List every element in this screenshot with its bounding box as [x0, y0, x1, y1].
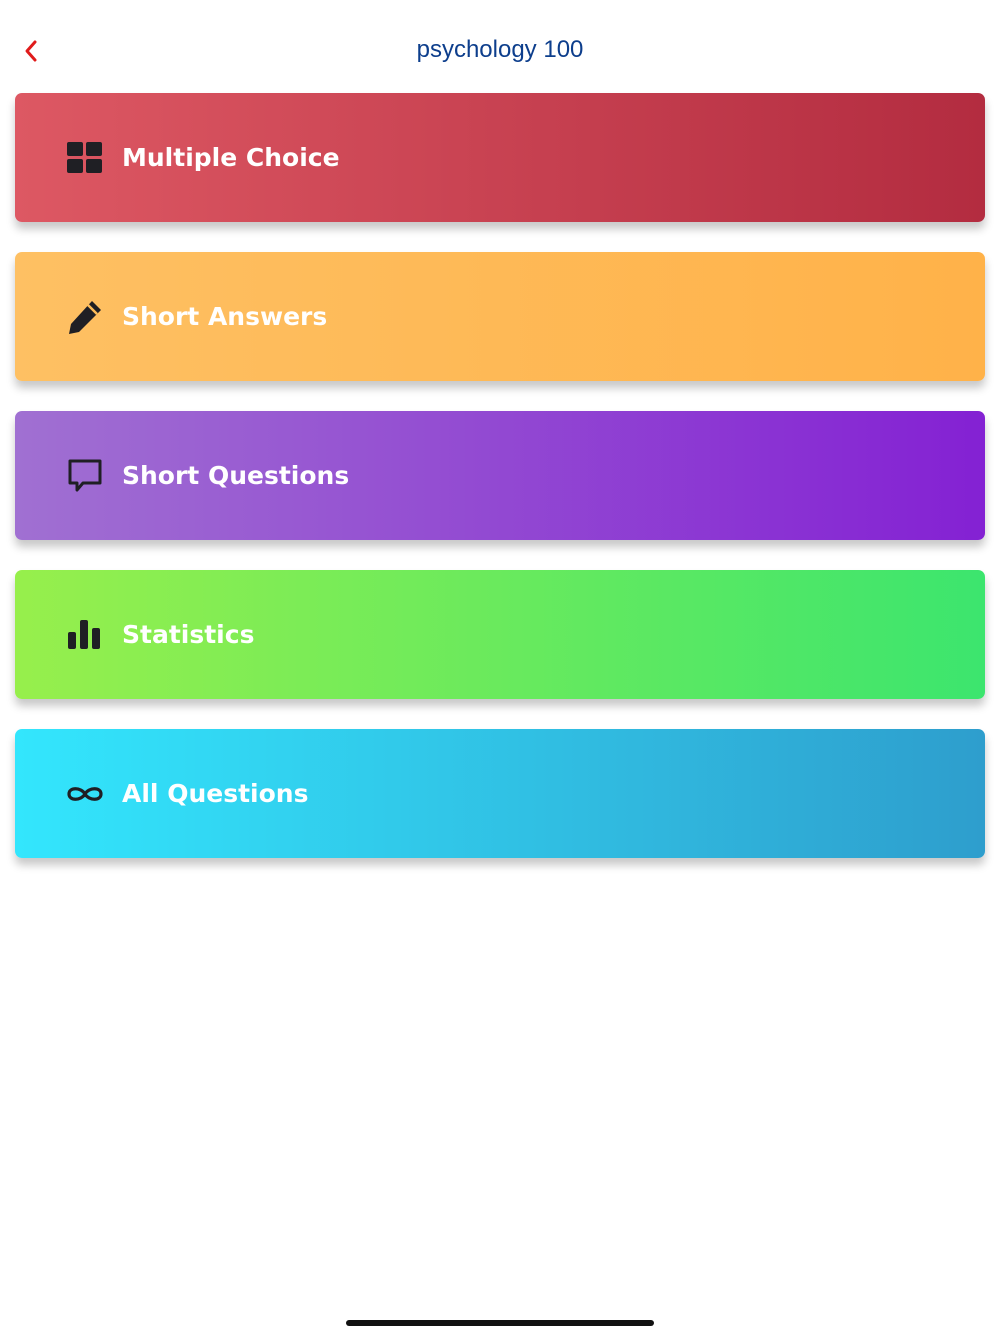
- navigation-bar: psychology 100: [0, 0, 1000, 94]
- short-questions-button[interactable]: Short Questions: [15, 411, 985, 540]
- infinity-icon: [65, 776, 105, 812]
- card-label: All Questions: [122, 779, 309, 808]
- statistics-button[interactable]: Statistics: [15, 570, 985, 699]
- page-title: psychology 100: [416, 36, 584, 63]
- card-label: Statistics: [122, 620, 255, 649]
- pencil-icon: [65, 299, 105, 335]
- study-mode-menu: Multiple Choice Short Answers Short Ques…: [15, 93, 985, 888]
- all-questions-button[interactable]: All Questions: [15, 729, 985, 858]
- home-indicator[interactable]: [346, 1320, 654, 1326]
- multiple-choice-button[interactable]: Multiple Choice: [15, 93, 985, 222]
- grid-icon: [65, 140, 105, 176]
- short-answers-button[interactable]: Short Answers: [15, 252, 985, 381]
- card-label: Short Questions: [122, 461, 350, 490]
- card-label: Multiple Choice: [122, 143, 340, 172]
- chat-bubble-icon: [65, 458, 105, 494]
- bar-chart-icon: [65, 617, 105, 653]
- screen: psychology 100 Multiple Choice Short Ans…: [0, 0, 1000, 1334]
- card-label: Short Answers: [122, 302, 328, 331]
